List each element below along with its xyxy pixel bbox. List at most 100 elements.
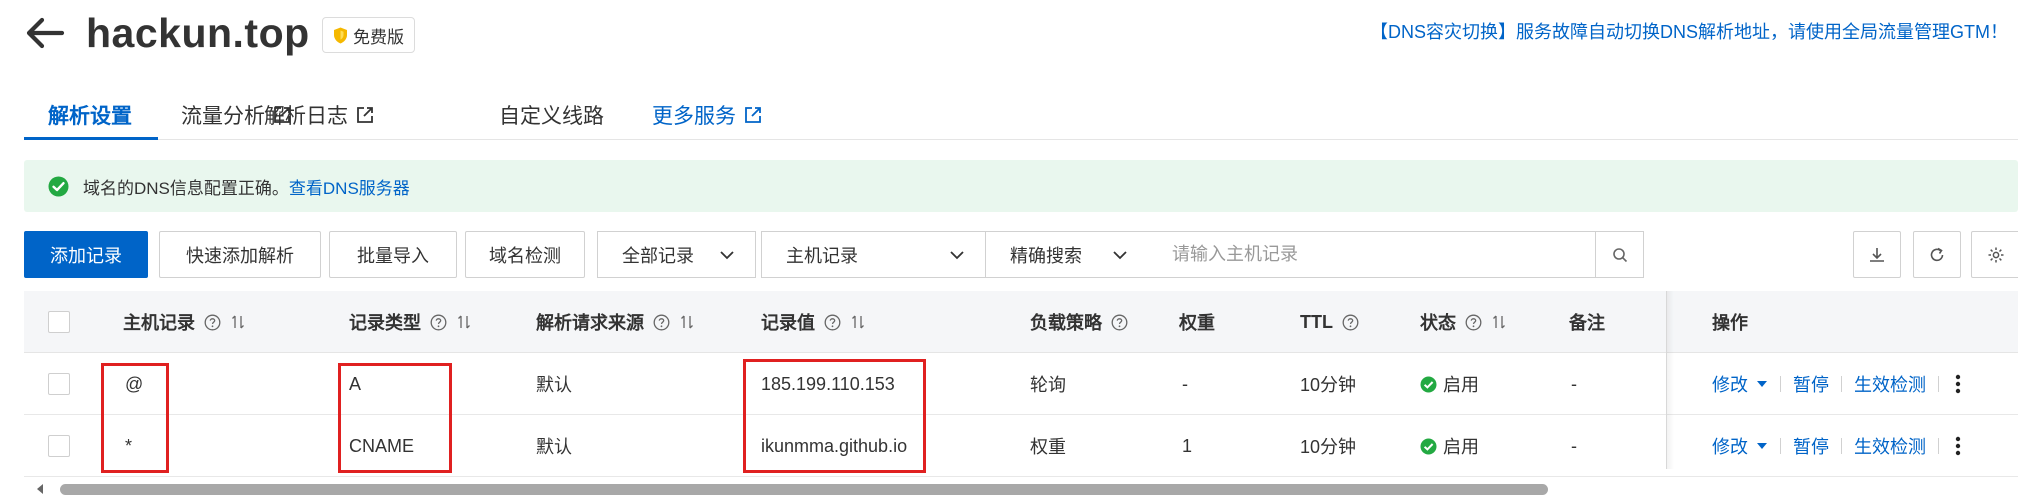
view-dns-servers-link[interactable]: 查看DNS服务器 — [289, 174, 410, 199]
edition-badge-label: 免费版 — [353, 27, 404, 47]
col-remark: 备注 — [1569, 291, 1605, 353]
col-header-label: 记录类型 — [349, 313, 421, 333]
active-tab-indicator — [24, 137, 158, 140]
sort-icon[interactable] — [678, 313, 696, 331]
tab-label: 更多服务 — [652, 105, 736, 128]
help-icon[interactable] — [204, 314, 221, 331]
help-icon[interactable] — [653, 314, 670, 331]
select-all-checkbox[interactable] — [48, 311, 70, 333]
sort-icon[interactable] — [455, 313, 473, 331]
table-row: @ A 默认 185.199.110.153 轮询 - 10分钟 启用 - 修改… — [24, 353, 2018, 415]
more-icon[interactable] — [1955, 436, 1961, 456]
download-button[interactable] — [1853, 231, 1901, 278]
help-icon[interactable] — [1111, 314, 1128, 331]
dns-config-notice: 域名的DNS信息配置正确。 查看DNS服务器 — [24, 160, 2018, 212]
divider — [1938, 376, 1939, 392]
col-policy: 负载策略 — [1030, 291, 1128, 353]
sticky-column-shadow — [1666, 291, 1674, 469]
actions-cell: 修改 暂停 生效检测 — [1712, 415, 1961, 477]
host-cell: * — [125, 435, 133, 456]
col-actions: 操作 — [1712, 291, 1748, 353]
page-header: hackun.top 免费版 【DNS容灾切换】服务故障自动切换DNS解析地址，… — [0, 0, 2018, 70]
pause-button[interactable]: 暂停 — [1793, 433, 1829, 459]
verify-button[interactable]: 生效检测 — [1854, 433, 1926, 459]
divider — [1938, 438, 1939, 454]
caret-down-icon[interactable] — [1756, 378, 1768, 390]
external-link-icon — [357, 107, 373, 123]
col-status: 状态 — [1420, 291, 1508, 353]
host-cell: @ — [125, 373, 144, 394]
add-record-button[interactable]: 添加记录 — [24, 231, 148, 278]
weight-cell: - — [1182, 373, 1188, 394]
col-header-label: 状态 — [1420, 313, 1456, 333]
weight-cell: 1 — [1182, 435, 1193, 456]
horizontal-scrollbar[interactable] — [30, 480, 2018, 498]
caret-down-icon[interactable] — [1756, 440, 1768, 452]
status-label: 启用 — [1443, 437, 1479, 457]
table-header: 主机记录 记录类型 解析请求来源 记录值 负载策略 权重 TTL 状态 备注 操… — [24, 291, 2018, 353]
match-mode-select[interactable]: 精确搜索 — [985, 231, 1149, 278]
sort-icon[interactable] — [849, 313, 867, 331]
download-icon — [1870, 247, 1884, 262]
tab-label: 解析日志 — [264, 105, 348, 128]
type-cell: A — [349, 373, 362, 394]
line-cell: 默认 — [536, 437, 572, 457]
col-header-label: 记录值 — [761, 313, 815, 333]
notice-text: 域名的DNS信息配置正确。 — [83, 178, 289, 198]
modify-button[interactable]: 修改 — [1712, 433, 1748, 459]
gear-icon — [1988, 247, 2004, 262]
value-cell: 185.199.110.153 — [761, 373, 895, 394]
tab-label: 流量分析 — [181, 105, 265, 128]
col-header-label: 解析请求来源 — [536, 313, 644, 333]
scroll-left-icon[interactable] — [34, 482, 48, 496]
tab-dns-settings[interactable]: 解析设置 — [48, 90, 132, 140]
search-field-select[interactable]: 主机记录 — [761, 231, 986, 278]
tab-more-services[interactable]: 更多服务 — [652, 90, 762, 140]
value-cell: ikunmma.github.io — [761, 435, 908, 456]
col-header-label: 操作 — [1712, 313, 1748, 333]
more-icon[interactable] — [1955, 374, 1961, 394]
help-icon[interactable] — [1465, 314, 1482, 331]
row-checkbox[interactable] — [48, 435, 70, 457]
help-icon[interactable] — [430, 314, 447, 331]
back-arrow-icon[interactable] — [22, 10, 68, 56]
tab-bar: 解析设置 流量分析 解析日志 自定义线路 更多服务 — [24, 90, 2018, 140]
col-header-label: TTL — [1300, 311, 1333, 332]
tab-resolve-log[interactable]: 解析日志 — [264, 90, 374, 140]
page-title: hackun.top — [86, 10, 310, 56]
modify-button[interactable]: 修改 — [1712, 371, 1748, 397]
search-box — [1148, 231, 1644, 278]
check-circle-icon — [48, 176, 69, 196]
type-cell: CNAME — [349, 435, 415, 456]
pause-button[interactable]: 暂停 — [1793, 371, 1829, 397]
sort-icon[interactable] — [229, 313, 247, 331]
chevron-down-icon — [1113, 251, 1127, 260]
table-row: * CNAME 默认 ikunmma.github.io 权重 1 10分钟 启… — [24, 415, 2018, 477]
remark-cell: - — [1571, 435, 1577, 456]
search-input[interactable] — [1148, 232, 1588, 277]
tab-label: 解析设置 — [48, 105, 132, 128]
help-icon[interactable] — [824, 314, 841, 331]
verify-button[interactable]: 生效检测 — [1854, 371, 1926, 397]
check-circle-icon — [1420, 438, 1437, 454]
search-button[interactable] — [1595, 232, 1643, 277]
remark-cell: - — [1571, 373, 1577, 394]
match-mode-value: 精确搜索 — [1010, 245, 1082, 266]
record-filter-select[interactable]: 全部记录 — [597, 231, 756, 278]
row-checkbox[interactable] — [48, 373, 70, 395]
sort-icon[interactable] — [1490, 313, 1508, 331]
divider — [1841, 376, 1842, 392]
status-cell: 启用 — [1420, 353, 1479, 415]
refresh-button[interactable] — [1913, 231, 1961, 278]
quick-add-button[interactable]: 快速添加解析 — [159, 231, 321, 278]
settings-button[interactable] — [1971, 231, 2018, 278]
bulk-import-button[interactable]: 批量导入 — [329, 231, 457, 278]
gtm-promo-link[interactable]: 【DNS容灾切换】服务故障自动切换DNS解析地址，请使用全局流量管理GTM！ — [1370, 18, 2008, 44]
domain-check-button[interactable]: 域名检测 — [465, 231, 585, 278]
search-field-value: 主机记录 — [786, 245, 858, 266]
help-icon[interactable] — [1342, 314, 1359, 331]
col-ttl: TTL — [1300, 291, 1359, 353]
status-cell: 启用 — [1420, 415, 1479, 477]
scrollbar-thumb[interactable] — [60, 484, 1548, 495]
tab-custom-lines[interactable]: 自定义线路 — [499, 90, 604, 140]
